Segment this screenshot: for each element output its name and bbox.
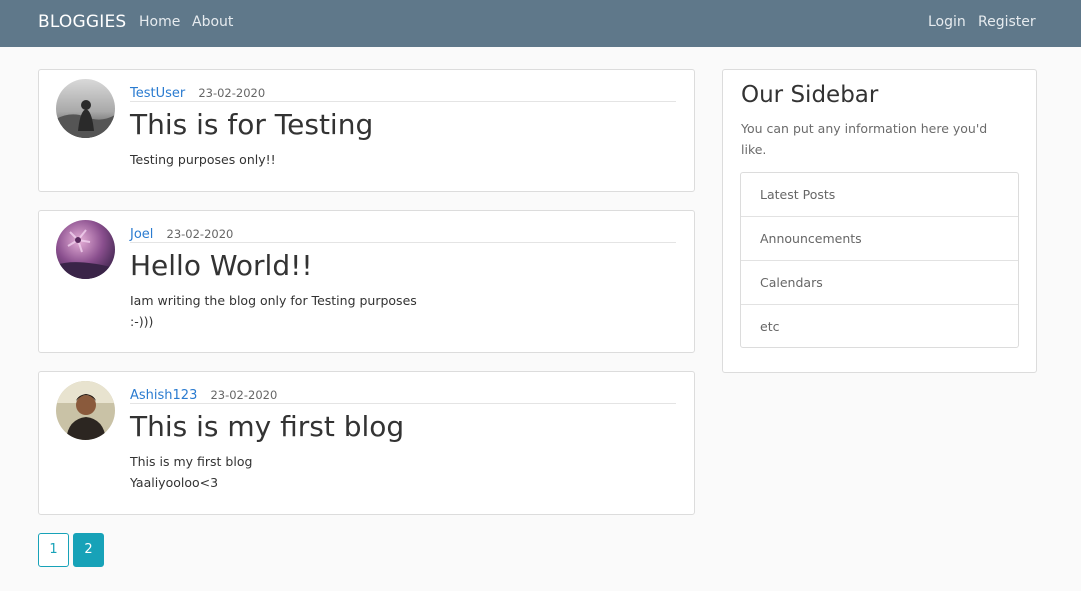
post-content: Testing purposes only!! [130,149,276,170]
post-content: Iam writing the blog only for Testing pu… [130,290,417,332]
post-content-line: This is my first blog [130,454,253,469]
post-meta: Ashish123 23-02-2020 [130,384,676,404]
page-2-button[interactable]: 2 [73,533,104,567]
post-date: 23-02-2020 [166,227,234,241]
post-content-line: Iam writing the blog only for Testing pu… [130,293,417,308]
post-content: This is my first blog Yaaliyooloo<3 [130,451,252,493]
sidebar-item-etc[interactable]: etc [741,305,1018,349]
navbar: BLOGGIES Home About Login Register [0,0,1081,47]
author-link[interactable]: TestUser [130,86,185,101]
page-1-button[interactable]: 1 [38,533,69,567]
sidebar-item-calendars[interactable]: Calendars [741,261,1018,305]
sidebar-item-latest-posts[interactable]: Latest Posts [741,173,1018,217]
post-content-line: Yaaliyooloo<3 [130,475,219,490]
sidebar-list: Latest Posts Announcements Calendars etc [740,172,1019,348]
avatar [56,79,115,138]
post-card: TestUser 23-02-2020 This is for Testing … [38,69,695,192]
post-title[interactable]: This is for Testing [130,107,373,143]
sidebar-item-announcements[interactable]: Announcements [741,217,1018,261]
avatar [56,220,115,279]
post-title[interactable]: This is my first blog [130,409,404,445]
post-card: Joel 23-02-2020 Hello World!! Iam writin… [38,210,695,353]
sidebar: Our Sidebar You can put any information … [722,69,1037,373]
post-content-line: Testing purposes only!! [130,152,276,167]
post-content-line: :-))) [130,314,154,329]
nav-login-link[interactable]: Login [928,14,966,30]
avatar-image [56,220,115,279]
post-meta: TestUser 23-02-2020 [130,82,676,102]
brand-logo[interactable]: BLOGGIES [38,12,126,32]
sidebar-description: You can put any information here you'd l… [741,121,988,157]
post-card: Ashish123 23-02-2020 This is my first bl… [38,371,695,515]
nav-register-link[interactable]: Register [978,14,1036,30]
avatar-image [56,381,115,440]
post-meta: Joel 23-02-2020 [130,223,676,243]
post-date: 23-02-2020 [210,388,278,402]
post-title[interactable]: Hello World!! [130,248,313,284]
author-link[interactable]: Joel [130,227,153,242]
sidebar-title: Our Sidebar [741,82,879,108]
post-date: 23-02-2020 [198,86,266,100]
nav-home-link[interactable]: Home [139,14,180,30]
author-link[interactable]: Ashish123 [130,388,197,403]
nav-about-link[interactable]: About [192,14,233,30]
avatar [56,381,115,440]
avatar-image [56,79,115,138]
